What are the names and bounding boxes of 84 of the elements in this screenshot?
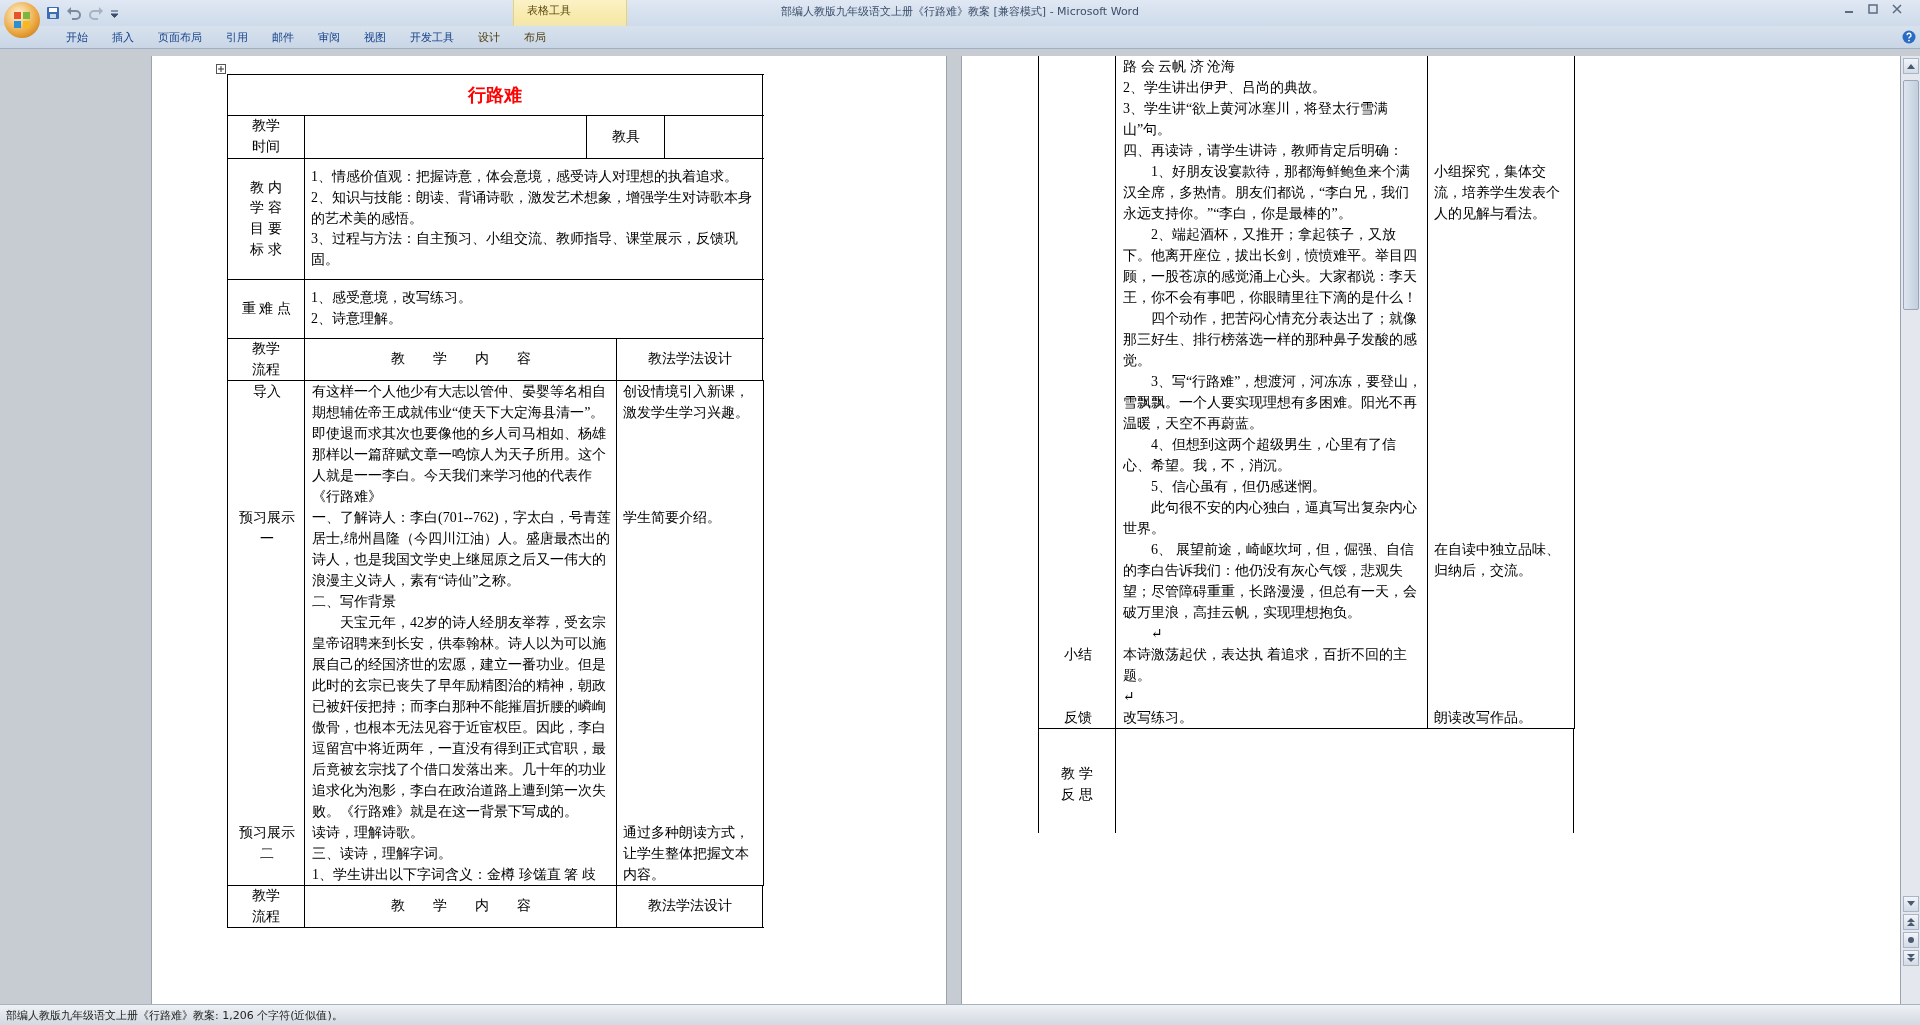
stage-label: 预习展示二: [238, 825, 295, 861]
save-icon[interactable]: [46, 6, 60, 20]
paragraph: 5、信心虽有，但仍感迷惘。: [1150, 478, 1327, 496]
column-heading: 教 学 内 容: [390, 897, 531, 916]
paragraph: 三、读诗，理解字词。: [312, 845, 453, 863]
caret-icon[interactable]: [110, 8, 119, 18]
arrow-down-icon: [1906, 901, 1915, 907]
row-label: 重 难 点: [241, 299, 291, 318]
paragraph: ↵: [1150, 625, 1164, 643]
table-move-icon[interactable]: [216, 64, 226, 74]
undo-icon[interactable]: [66, 6, 82, 20]
paragraph: 3、写“行路难”，想渡河，河冻冻，要登山，雪飘飘。一个人要实现理想有多困难。阳光不再温暖，天空不再蔚蓝。: [1123, 373, 1423, 433]
ribbon-tab[interactable]: 页面布局: [146, 26, 214, 48]
ribbon-tab[interactable]: 开发工具: [398, 26, 466, 48]
column-heading: 教 学 内 容: [390, 350, 531, 369]
double-up-icon: [1906, 918, 1915, 926]
status-text: 部编人教版九年级语文上册《行路难》教案: 1,206 个字符(近似值)。: [6, 1007, 343, 1023]
row-label: 教学 时间: [252, 117, 280, 156]
tab-group-label: 表格工具: [527, 3, 571, 18]
paragraph: ↵: [1123, 688, 1136, 706]
logo-icon: [13, 11, 31, 29]
paragraph: 6、 展望前途，崎岖坎坷，但，倔强、自信的李白告诉我们：他仍没有灰心气馁，悲观失望；尽管障碍重重，长路漫漫，但总有一天，会破万里浪，高挂云帆，实现理想抱负。: [1123, 541, 1418, 622]
paragraph: 3、学生讲“欲上黄河冰塞川，将登太行雪满山”句。: [1123, 100, 1390, 139]
next-page-button[interactable]: [1902, 950, 1919, 966]
method-text: 创设情境引入新课，激发学生学习兴趣。: [623, 383, 750, 422]
paragraph: 4、但想到这两个超级男生，心里有了信心、希望。我，不，消沉。: [1123, 436, 1397, 475]
dot-icon: [1907, 937, 1914, 943]
stage-label: 小结: [1063, 647, 1092, 662]
paragraph: 2、端起酒杯，又推开；拿起筷子，又放下。他离开座位，拔出长剑，愤愤难平。举目四顾，一股苍凉的感觉涌上心头。大家都说：李天王，你不会有事吧，你眼睛里往下滴的是什么！: [1123, 226, 1418, 307]
maximize-icon[interactable]: [1868, 4, 1878, 14]
paragraph: 读诗，理解诗歌。: [312, 824, 425, 842]
scroll-thumb[interactable]: [1902, 80, 1919, 310]
method-text: 在自读中独立品味、归纳后，交流。: [1434, 541, 1561, 580]
paragraph: 1、学生讲出以下字词含义：金樽 珍馐直 箸 歧: [312, 866, 597, 884]
scroll-up-button[interactable]: [1902, 58, 1919, 74]
stage-label: 反馈: [1063, 710, 1092, 725]
browse-object-button[interactable]: [1902, 932, 1919, 948]
goal-text: 3、过程与方法：自主预习、小组交流、教师指导、课堂展示，反馈巩固。: [311, 230, 739, 270]
row-label: 教 学 反 思: [1061, 765, 1093, 804]
paragraph: 路 会 云帆 济 沧海: [1123, 58, 1236, 76]
goal-text: 2、知识与技能：朗读、背诵诗歌，激发艺术想象，增强学生对诗歌本身的艺术美的感悟。: [311, 188, 753, 228]
paragraph: 一、了解诗人：李白(701--762)，字太白，号青莲居士,绵州昌隆（今四川江油）人。盛唐最杰出的诗人，也是我国文学史上继屈原之后又一伟大的浪漫主义诗人，素有“诗仙”之称。: [312, 509, 612, 590]
paragraph: 此句很不安的内心独白，逼真写出复杂内心世界。: [1123, 499, 1418, 538]
arrow-up-icon: [1906, 63, 1915, 69]
paragraph: 改写练习。: [1123, 709, 1194, 727]
row-label: 教学 流程: [252, 887, 280, 926]
column-heading: 教法学法设计: [647, 350, 732, 369]
document-title: 行路难: [468, 84, 522, 106]
ribbon-tab[interactable]: 视图: [352, 26, 398, 48]
stage-label: 预习展示一: [238, 510, 295, 546]
scroll-down-button[interactable]: [1902, 896, 1919, 912]
key-point-text: 1、感受意境，改写练习。: [311, 289, 473, 308]
ribbon-tab[interactable]: 邮件: [260, 26, 306, 48]
column-heading: 教法学法设计: [647, 897, 732, 916]
paragraph: 1、好朋友设宴款待，那都海鲜鲍鱼来个满汉全席，多热情。朋友们都说，“李白兄，我们永远支持你。”“李白，你是最棒的”。: [1123, 163, 1411, 223]
office-button[interactable]: [4, 2, 40, 38]
goal-text: 1、情感价值观：把握诗意，体会意境，感受诗人对理想的执着追求。: [311, 168, 739, 187]
window-title: 部编人教版九年级语文上册《行路难》教案 [兼容模式] - Microsoft Word: [781, 5, 1139, 18]
key-point-text: 2、诗意理解。: [311, 310, 403, 328]
row-label: 教 内 学 容 目 要 标 求: [250, 178, 282, 259]
ribbon-tab[interactable]: 设计: [466, 26, 512, 48]
field-label: 教具: [611, 127, 640, 146]
method-text: 朗读改写作品。: [1434, 709, 1533, 727]
paragraph: 2、学生讲出伊尹、吕尚的典故。: [1123, 79, 1327, 97]
paragraph: 四、再读诗，请学生讲诗，教师肯定后明确：: [1123, 142, 1404, 160]
method-text: 学生简要介绍。: [623, 509, 722, 527]
ribbon-tab[interactable]: 引用: [214, 26, 260, 48]
close-icon[interactable]: [1892, 4, 1902, 14]
paragraph: 本诗激荡起伏，表达执 着追求，百折不回的主题。: [1123, 646, 1408, 685]
paragraph: 四个动作，把苦闷心情充分表达出了；就像那三好生、排行榜落选一样的那种鼻子发酸的感觉。: [1123, 310, 1418, 370]
method-text: 通过多种朗读方式，让学生整体把握文本内容。: [623, 824, 750, 884]
method-text: 小组探究，集体交流，培养学生发表个人的见解与看法。: [1434, 163, 1561, 223]
ribbon-tab[interactable]: 开始: [54, 26, 100, 48]
paragraph: 二、写作背景: [312, 593, 397, 611]
paragraph: 有这样一个人他少有大志以管仲、晏婴等名相自期想辅佐帝王成就伟业“使天下大定海县清一”。即使退而求其次也要像他的乡人司马相如、杨雄那样以一篇辞赋文章一鸣惊人为天子所用。这个人就是一一李白。今天我们来学习他的代表作《行路难》: [312, 383, 607, 506]
ribbon-tab[interactable]: 布局: [512, 26, 558, 48]
row-label: 教学 流程: [252, 340, 280, 379]
ribbon-tab[interactable]: 审阅: [306, 26, 352, 48]
ribbon-tab[interactable]: 插入: [100, 26, 146, 48]
help-icon[interactable]: [1902, 30, 1916, 44]
stage-label: 导入: [252, 384, 281, 399]
paragraph: 天宝元年，42岁的诗人经朋友举荐，受玄宗皇帝诏聘来到长安，供奉翰林。诗人以为可以施展自己的经国济世的宏愿，建立一番功业。但是此时的玄宗已丧失了早年励精图治的精神，朝政已被奸佞把持；而李白那种不能摧眉折腰的嶙峋傲骨，也根本无法见容于近宦权臣。因此，李白逗留宫中将近两年，一直没有得到正式官职，最后竟被玄宗找了个借口发落出来。几十年的功业追求化为泡影，李白在政治道路上遭到第一次失败。《行路难》就是在这一背景下写成的。: [312, 614, 607, 821]
previous-page-button[interactable]: [1902, 914, 1919, 930]
double-down-icon: [1906, 954, 1915, 962]
